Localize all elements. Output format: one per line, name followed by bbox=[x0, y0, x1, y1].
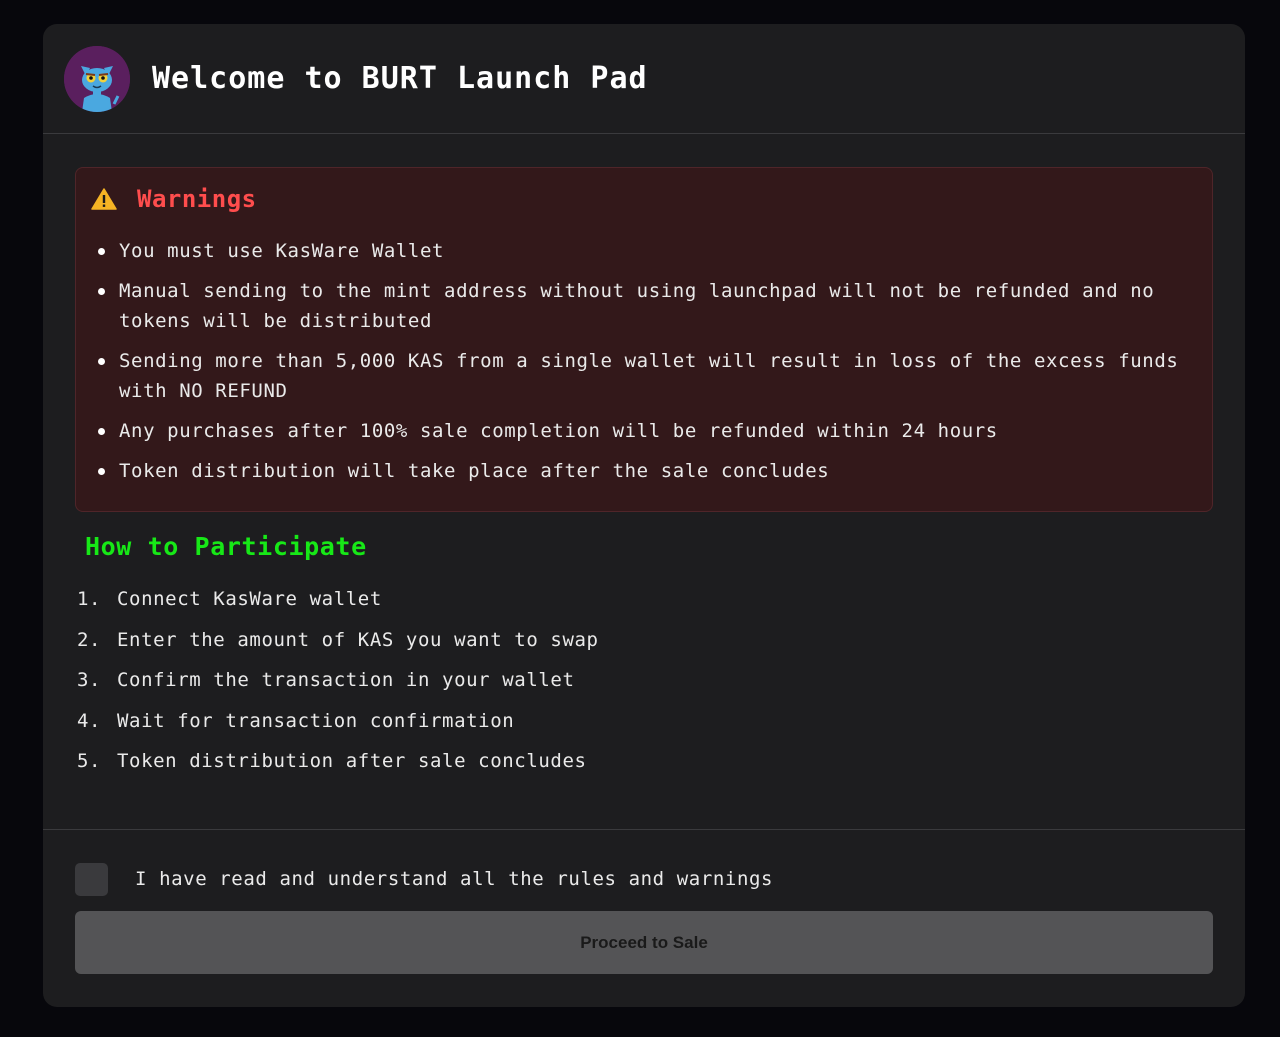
modal-footer: I have read and understand all the rules… bbox=[43, 829, 1245, 974]
warning-item: You must use KasWare Wallet bbox=[91, 236, 1198, 266]
step-number: 1. bbox=[77, 588, 102, 610]
step-text: Enter the amount of KAS you want to swap bbox=[117, 628, 599, 651]
agree-row: I have read and understand all the rules… bbox=[75, 862, 1213, 896]
participate-steps: 1. Connect KasWare wallet 2. Enter the a… bbox=[75, 584, 1213, 776]
step-number: 2. bbox=[77, 628, 102, 651]
warning-item: Manual sending to the mint address witho… bbox=[91, 276, 1198, 336]
step-item: 4. Wait for transaction confirmation bbox=[75, 706, 1213, 736]
warning-item: Token distribution will take place after… bbox=[91, 456, 1198, 486]
agree-checkbox[interactable] bbox=[75, 862, 108, 896]
agree-label: I have read and understand all the rules… bbox=[135, 868, 774, 890]
step-text: Confirm the transaction in your wallet bbox=[117, 669, 575, 691]
welcome-modal: Welcome to BURT Launch Pad Warnings You … bbox=[43, 24, 1245, 1007]
step-number: 5. bbox=[77, 750, 102, 772]
step-item: 3. Confirm the transaction in your walle… bbox=[75, 665, 1213, 695]
warnings-list: You must use KasWare Wallet Manual sendi… bbox=[91, 236, 1198, 486]
modal-content: Warnings You must use KasWare Wallet Man… bbox=[43, 134, 1245, 776]
modal-header: Welcome to BURT Launch Pad bbox=[43, 24, 1245, 134]
step-number: 3. bbox=[77, 669, 102, 691]
warnings-header: Warnings bbox=[91, 184, 1198, 214]
page-title: Welcome to BURT Launch Pad bbox=[152, 61, 648, 96]
warning-item: Sending more than 5,000 KAS from a singl… bbox=[91, 346, 1198, 406]
warning-item: Any purchases after 100% sale completion… bbox=[91, 416, 1198, 446]
step-text: Token distribution after sale concludes bbox=[117, 750, 587, 772]
cat-mascot-avatar bbox=[64, 45, 130, 112]
step-item: 2. Enter the amount of KAS you want to s… bbox=[75, 625, 1213, 655]
step-text: Connect KasWare wallet bbox=[117, 588, 382, 610]
step-text: Wait for transaction confirmation bbox=[117, 709, 515, 732]
warnings-title: Warnings bbox=[137, 185, 257, 213]
step-number: 4. bbox=[77, 709, 102, 732]
step-item: 5. Token distribution after sale conclud… bbox=[75, 746, 1213, 776]
warnings-panel: Warnings You must use KasWare Wallet Man… bbox=[75, 167, 1213, 512]
participate-title: How to Participate bbox=[85, 532, 367, 561]
proceed-to-sale-button[interactable]: Proceed to Sale bbox=[75, 911, 1213, 974]
warning-triangle-icon bbox=[91, 188, 117, 210]
step-item: 1. Connect KasWare wallet bbox=[75, 584, 1213, 614]
